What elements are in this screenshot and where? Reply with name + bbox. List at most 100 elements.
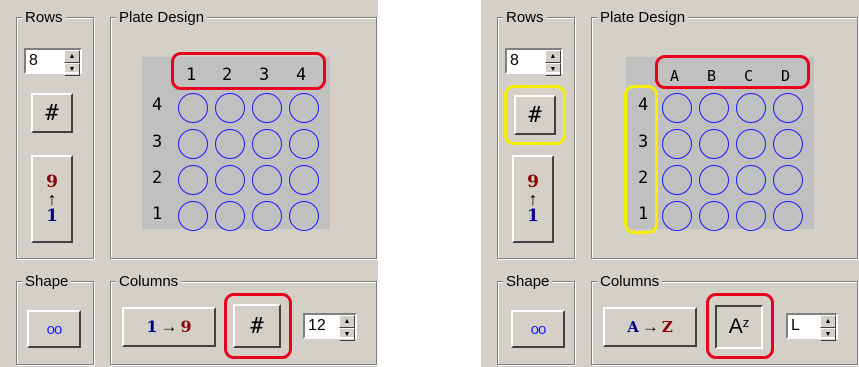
row-header: 2 — [638, 168, 649, 188]
rows-spinner-arrows[interactable]: ▲ ▼ — [545, 50, 561, 76]
shape-label: Shape — [22, 273, 72, 290]
spin-up-icon[interactable]: ▲ — [545, 50, 561, 63]
well[interactable] — [252, 129, 282, 159]
well[interactable] — [736, 165, 766, 195]
col-header: A — [670, 67, 680, 85]
well[interactable] — [773, 165, 803, 195]
columns-order-to: 9 — [180, 317, 192, 336]
rows-order-bottom: 1 — [527, 206, 539, 226]
well[interactable] — [662, 201, 692, 231]
columns-order-button[interactable]: A → Z — [603, 307, 697, 347]
left-panel: Rows 8 ▲ ▼ # 9 ↑ 1 Plate Design 1 2 3 4 … — [0, 0, 378, 367]
columns-number-button[interactable]: # — [233, 304, 281, 348]
columns-order-from: 1 — [146, 317, 158, 336]
well[interactable] — [252, 93, 282, 123]
columns-order-button[interactable]: 1 → 9 — [122, 307, 216, 347]
plate-design-label: Plate Design — [116, 9, 208, 26]
well[interactable] — [178, 201, 208, 231]
spin-down-icon[interactable]: ▼ — [64, 63, 80, 76]
columns-alpha-button[interactable]: Az — [715, 305, 763, 349]
well[interactable] — [736, 93, 766, 123]
spin-up-icon[interactable]: ▲ — [820, 315, 836, 328]
columns-label: Columns — [597, 273, 663, 290]
col-header: 4 — [296, 65, 307, 85]
row-header: 3 — [638, 132, 649, 152]
circles-icon: oo — [530, 320, 547, 338]
spin-up-icon[interactable]: ▲ — [64, 50, 80, 63]
well[interactable] — [699, 165, 729, 195]
row-header: 2 — [152, 168, 163, 188]
row-header: 1 — [152, 204, 163, 224]
well[interactable] — [699, 129, 729, 159]
right-panel: Rows 8 ▲ ▼ # 9 ↑ 1 Plate Design A B C D … — [481, 0, 859, 367]
rows-spinner[interactable]: 8 ▲ ▼ — [24, 48, 82, 76]
row-header: 4 — [152, 95, 163, 115]
well[interactable] — [773, 93, 803, 123]
well[interactable] — [662, 165, 692, 195]
columns-spinner[interactable]: 12 ▲ ▼ — [303, 313, 357, 341]
rows-order-button[interactable]: 9 ↑ 1 — [31, 155, 73, 243]
well[interactable] — [215, 129, 245, 159]
well[interactable] — [178, 165, 208, 195]
up-arrow-icon: ↑ — [47, 189, 57, 209]
well[interactable] — [289, 93, 319, 123]
spin-down-icon[interactable]: ▼ — [545, 63, 561, 76]
columns-alpha-sup: z — [742, 314, 750, 330]
rows-number-label: # — [528, 102, 542, 128]
rows-order-bottom: 1 — [46, 206, 58, 226]
well[interactable] — [252, 165, 282, 195]
well[interactable] — [289, 129, 319, 159]
col-header: 1 — [186, 65, 197, 85]
row-header: 3 — [152, 132, 163, 152]
columns-alpha-label: A — [728, 315, 743, 338]
col-header: C — [744, 67, 754, 85]
rows-number-button[interactable]: # — [31, 93, 73, 133]
col-header: D — [781, 67, 791, 85]
columns-spinner[interactable]: L ▲ ▼ — [786, 313, 838, 341]
well[interactable] — [215, 93, 245, 123]
well[interactable] — [773, 129, 803, 159]
well[interactable] — [736, 201, 766, 231]
well[interactable] — [662, 129, 692, 159]
well[interactable] — [736, 129, 766, 159]
well[interactable] — [178, 93, 208, 123]
columns-spinner-arrows[interactable]: ▲ ▼ — [820, 315, 836, 341]
spin-down-icon[interactable]: ▼ — [339, 328, 355, 341]
well[interactable] — [773, 201, 803, 231]
well[interactable] — [289, 165, 319, 195]
columns-number-label: # — [250, 313, 264, 339]
rows-number-button[interactable]: # — [514, 95, 556, 135]
spin-up-icon[interactable]: ▲ — [339, 315, 355, 328]
shape-button[interactable]: oo — [511, 310, 565, 348]
well[interactable] — [662, 93, 692, 123]
columns-spinner-value[interactable]: L — [788, 315, 820, 337]
circles-icon: oo — [46, 320, 63, 338]
shape-button[interactable]: oo — [27, 310, 81, 348]
well[interactable] — [215, 201, 245, 231]
rows-spinner[interactable]: 8 ▲ ▼ — [505, 48, 563, 76]
rows-label: Rows — [503, 9, 547, 26]
right-arrow-icon: → — [160, 317, 178, 336]
right-arrow-icon: → — [641, 317, 659, 336]
well[interactable] — [178, 129, 208, 159]
row-header: 1 — [638, 204, 649, 224]
columns-order-to: Z — [661, 318, 673, 336]
well[interactable] — [252, 201, 282, 231]
well[interactable] — [289, 201, 319, 231]
rows-spinner-value[interactable]: 8 — [507, 50, 545, 72]
spin-down-icon[interactable]: ▼ — [820, 328, 836, 341]
columns-spinner-arrows[interactable]: ▲ ▼ — [339, 315, 355, 341]
rows-order-button[interactable]: 9 ↑ 1 — [512, 155, 554, 243]
row-header: 4 — [638, 95, 649, 115]
well[interactable] — [699, 201, 729, 231]
rows-number-label: # — [45, 100, 59, 126]
rows-spinner-arrows[interactable]: ▲ ▼ — [64, 50, 80, 76]
plate-design-label: Plate Design — [597, 9, 689, 26]
well[interactable] — [215, 165, 245, 195]
up-arrow-icon: ↑ — [528, 189, 538, 209]
col-header: B — [707, 67, 717, 85]
col-header: 3 — [259, 65, 270, 85]
rows-spinner-value[interactable]: 8 — [26, 50, 64, 72]
columns-spinner-value[interactable]: 12 — [305, 315, 339, 337]
well[interactable] — [699, 93, 729, 123]
